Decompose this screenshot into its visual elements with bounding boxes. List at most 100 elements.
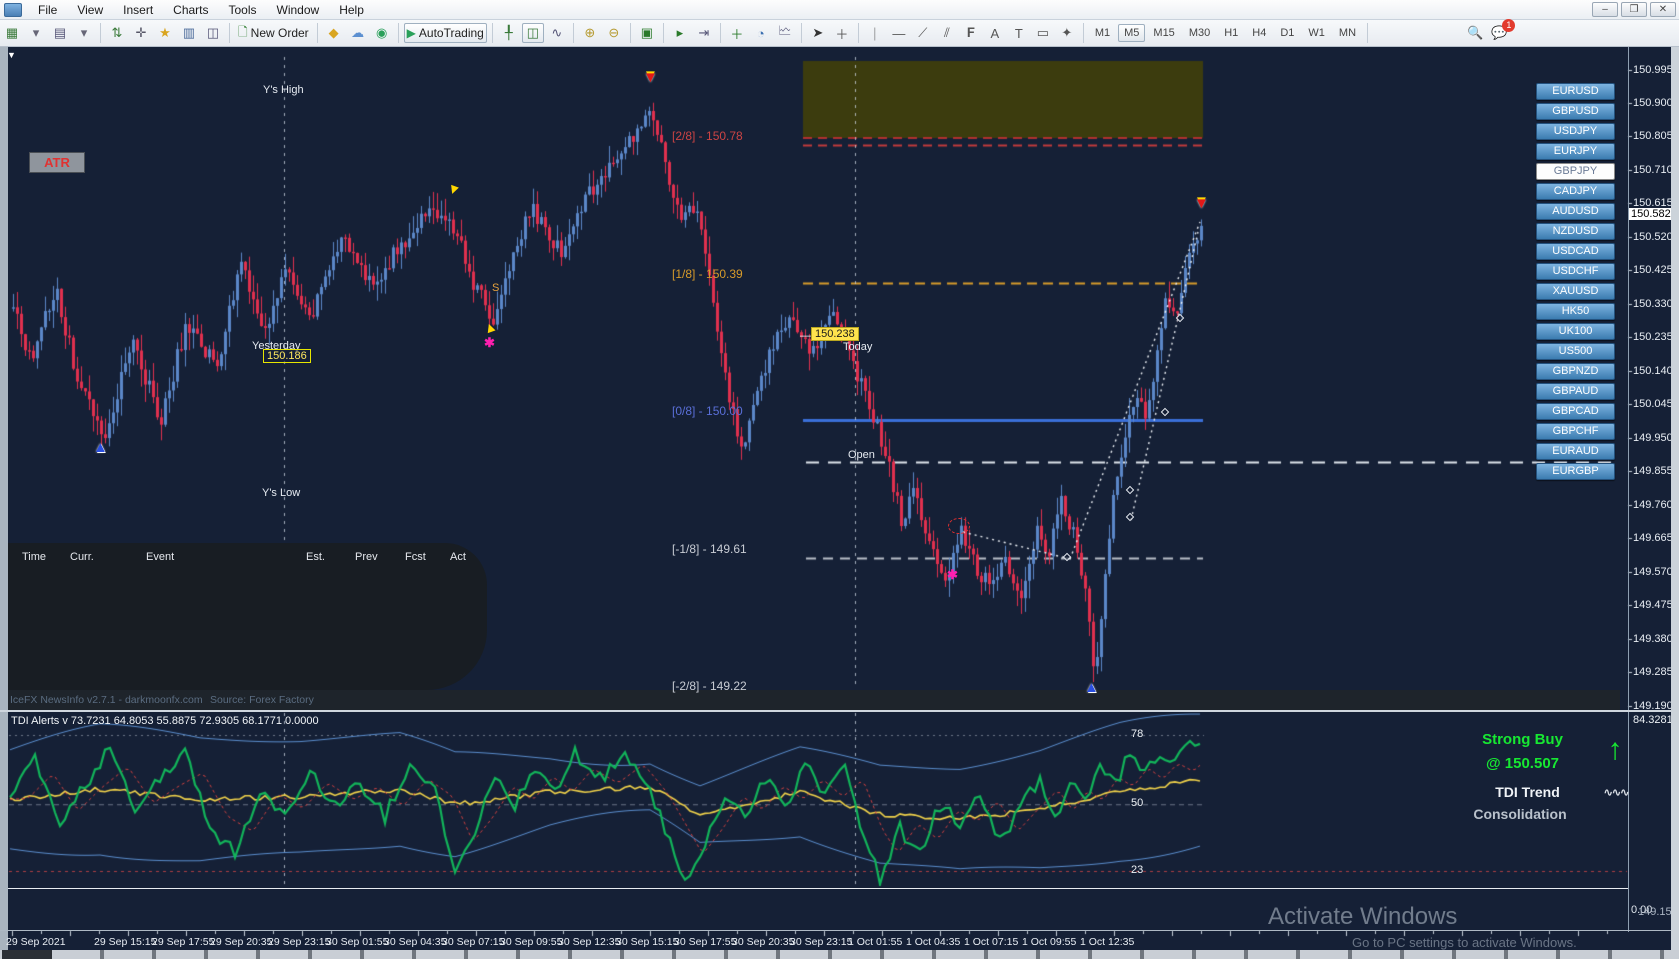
symbol-button-audusd[interactable]: AUDUSD — [1536, 203, 1615, 220]
virtual-hosting-icon[interactable]: ☁ — [347, 23, 369, 43]
price-axis-label: 150.900 — [1633, 97, 1673, 109]
restore-button[interactable]: ❐ — [1621, 2, 1647, 17]
chart-canvas[interactable] — [0, 0, 1679, 959]
symbol-button-gbpnzd[interactable]: GBPNZD — [1536, 363, 1615, 380]
time-axis-label: 29 Sep 20:35 — [210, 936, 273, 948]
menu-insert[interactable]: Insert — [113, 1, 163, 19]
symbol-button-usdchf[interactable]: USDCHF — [1536, 263, 1615, 280]
menu-charts[interactable]: Charts — [163, 1, 218, 19]
text-label-icon[interactable]: T — [1008, 23, 1030, 43]
symbol-button-gbpaud[interactable]: GBPAUD — [1536, 383, 1615, 400]
tile-windows-icon[interactable]: ▣ — [636, 23, 658, 43]
tdi-panel-top-divider[interactable] — [0, 710, 1671, 712]
new-chart-dropdown[interactable]: ▾ — [25, 23, 47, 43]
market-watch-icon[interactable]: ⇅ — [106, 23, 128, 43]
symbol-button-gbpcad[interactable]: GBPCAD — [1536, 403, 1615, 420]
symbol-button-eurgbp[interactable]: EURGBP — [1536, 463, 1615, 480]
time-axis-label: 30 Sep 17:55 — [674, 936, 737, 948]
scrollbar-thumb[interactable] — [2, 950, 52, 959]
profiles-dropdown[interactable]: ▾ — [73, 23, 95, 43]
murrey-level-label: [-2/8] - 149.22 — [672, 679, 747, 694]
profiles-icon[interactable]: ▤ — [49, 23, 71, 43]
chart-shift-icon[interactable]: ⇥ — [693, 23, 715, 43]
menu-tools[interactable]: Tools — [219, 1, 267, 19]
periods-icon[interactable]: ◔ — [750, 23, 772, 43]
navigator-icon[interactable]: ✛ — [130, 23, 152, 43]
cursor-icon[interactable]: ➤ — [807, 23, 829, 43]
vertical-line-icon[interactable]: ｜ — [864, 23, 886, 43]
signals-icon[interactable]: ◉ — [371, 23, 393, 43]
timeframe-h4[interactable]: H4 — [1246, 24, 1272, 42]
symbol-button-usdcad[interactable]: USDCAD — [1536, 243, 1615, 260]
buy-arrow-icon: ↑ — [1607, 733, 1623, 766]
text-icon[interactable]: A — [984, 23, 1006, 43]
autotrading-icon: ▶ — [406, 26, 416, 40]
timeframe-m15[interactable]: M15 — [1147, 24, 1180, 42]
menu-help[interactable]: Help — [329, 1, 374, 19]
murrey-level-label: [0/8] - 150.00 — [672, 404, 743, 419]
symbol-button-gbpchf[interactable]: GBPCHF — [1536, 423, 1615, 440]
fibonacci-icon[interactable]: 𝐅 — [960, 23, 982, 43]
new-order-button[interactable]: 🗋 New Order — [235, 23, 312, 43]
symbol-button-usdjpy[interactable]: USDJPY — [1536, 123, 1615, 140]
timeframe-m5[interactable]: M5 — [1118, 24, 1146, 42]
chart-expand-icon[interactable]: ▼ — [7, 50, 16, 60]
equidistant-channel-icon[interactable]: ⫽ — [936, 23, 958, 43]
chat-button[interactable]: 💬 1 — [1488, 19, 1516, 43]
symbol-button-cadjpy[interactable]: CADJPY — [1536, 183, 1615, 200]
timeframe-mn[interactable]: MN — [1333, 24, 1362, 42]
timeframe-d1[interactable]: D1 — [1274, 24, 1300, 42]
symbol-button-gbpjpy[interactable]: GBPJPY — [1536, 163, 1615, 180]
menu-view[interactable]: View — [67, 1, 113, 19]
window-right-scrollbar[interactable] — [1671, 47, 1679, 959]
news-source: Source: Forex Factory — [210, 694, 314, 706]
murrey-level-label: [2/8] - 150.78 — [672, 129, 743, 144]
timeframe-m1[interactable]: M1 — [1089, 24, 1116, 42]
candlestick-chart-icon[interactable]: ◫ — [521, 23, 544, 43]
time-axis-label: 1 Oct 04:35 — [906, 936, 961, 948]
data-window-icon[interactable]: ▥ — [178, 23, 200, 43]
toolbar: ▦ ▾ ▤ ▾ ⇅ ✛ ★ ▥ ◫ 🗋 New Order ◆ ☁ ◉ ▶ AutoTrading ╀ ◫ ∿ ⊕ ⊖ ▣… — [0, 19, 1679, 47]
timeframe-h1[interactable]: H1 — [1218, 24, 1244, 42]
auto-scroll-icon[interactable]: ▸ — [669, 23, 691, 43]
price-axis-label: 149.760 — [1633, 498, 1673, 511]
price-axis-label: 150.425 — [1633, 264, 1673, 277]
rectangle-icon[interactable]: ▭ — [1032, 23, 1054, 43]
symbol-button-hk50[interactable]: HK50 — [1536, 303, 1615, 320]
crosshair-icon[interactable]: ＋ — [831, 23, 853, 43]
symbol-button-us500[interactable]: US500 — [1536, 343, 1615, 360]
search-icon[interactable]: 🔍 — [1464, 23, 1486, 43]
trendline-icon[interactable]: ⟋ — [912, 23, 934, 43]
news-column-est: Est. — [306, 551, 325, 563]
symbol-button-gbpusd[interactable]: GBPUSD — [1536, 103, 1615, 120]
timeframe-w1[interactable]: W1 — [1302, 24, 1331, 42]
new-chart-icon[interactable]: ▦ — [1, 23, 23, 43]
minimize-button[interactable]: – — [1592, 2, 1618, 17]
zoom-out-icon[interactable]: ⊖ — [603, 23, 625, 43]
symbol-button-uk100[interactable]: UK100 — [1536, 323, 1615, 340]
menu-window[interactable]: Window — [267, 1, 330, 19]
arrows-icon[interactable]: ✦ — [1056, 23, 1078, 43]
bar-chart-icon[interactable]: ╀ — [498, 23, 520, 43]
timeframe-m30[interactable]: M30 — [1183, 24, 1216, 42]
symbol-button-euraud[interactable]: EURAUD — [1536, 443, 1615, 460]
indicators-icon[interactable]: ＋ — [726, 23, 748, 43]
horizontal-scrollbar[interactable] — [0, 950, 1679, 959]
symbol-button-eurjpy[interactable]: EURJPY — [1536, 143, 1615, 160]
deposit-icon[interactable]: ◆ — [323, 23, 345, 43]
line-chart-icon[interactable]: ∿ — [546, 23, 568, 43]
horizontal-line-icon[interactable]: — — [888, 23, 910, 43]
strategy-tester-icon[interactable]: ◫ — [202, 23, 224, 43]
toolbar-separator — [662, 23, 664, 43]
symbol-button-xauusd[interactable]: XAUUSD — [1536, 283, 1615, 300]
favorites-icon[interactable]: ★ — [154, 23, 176, 43]
toolbar-separator — [100, 23, 101, 43]
symbol-button-nzdusd[interactable]: NZDUSD — [1536, 223, 1615, 240]
templates-icon[interactable]: 🗠 — [774, 23, 796, 43]
zoom-in-icon[interactable]: ⊕ — [579, 23, 601, 43]
autotrading-button[interactable]: ▶ AutoTrading — [403, 23, 487, 43]
news-footer: IceFX NewsInfo v2.7.1 - darkmoonfx.com S… — [0, 690, 1620, 711]
menu-file[interactable]: File — [28, 1, 67, 19]
close-button[interactable]: ✕ — [1650, 2, 1676, 17]
symbol-button-eurusd[interactable]: EURUSD — [1536, 83, 1615, 100]
